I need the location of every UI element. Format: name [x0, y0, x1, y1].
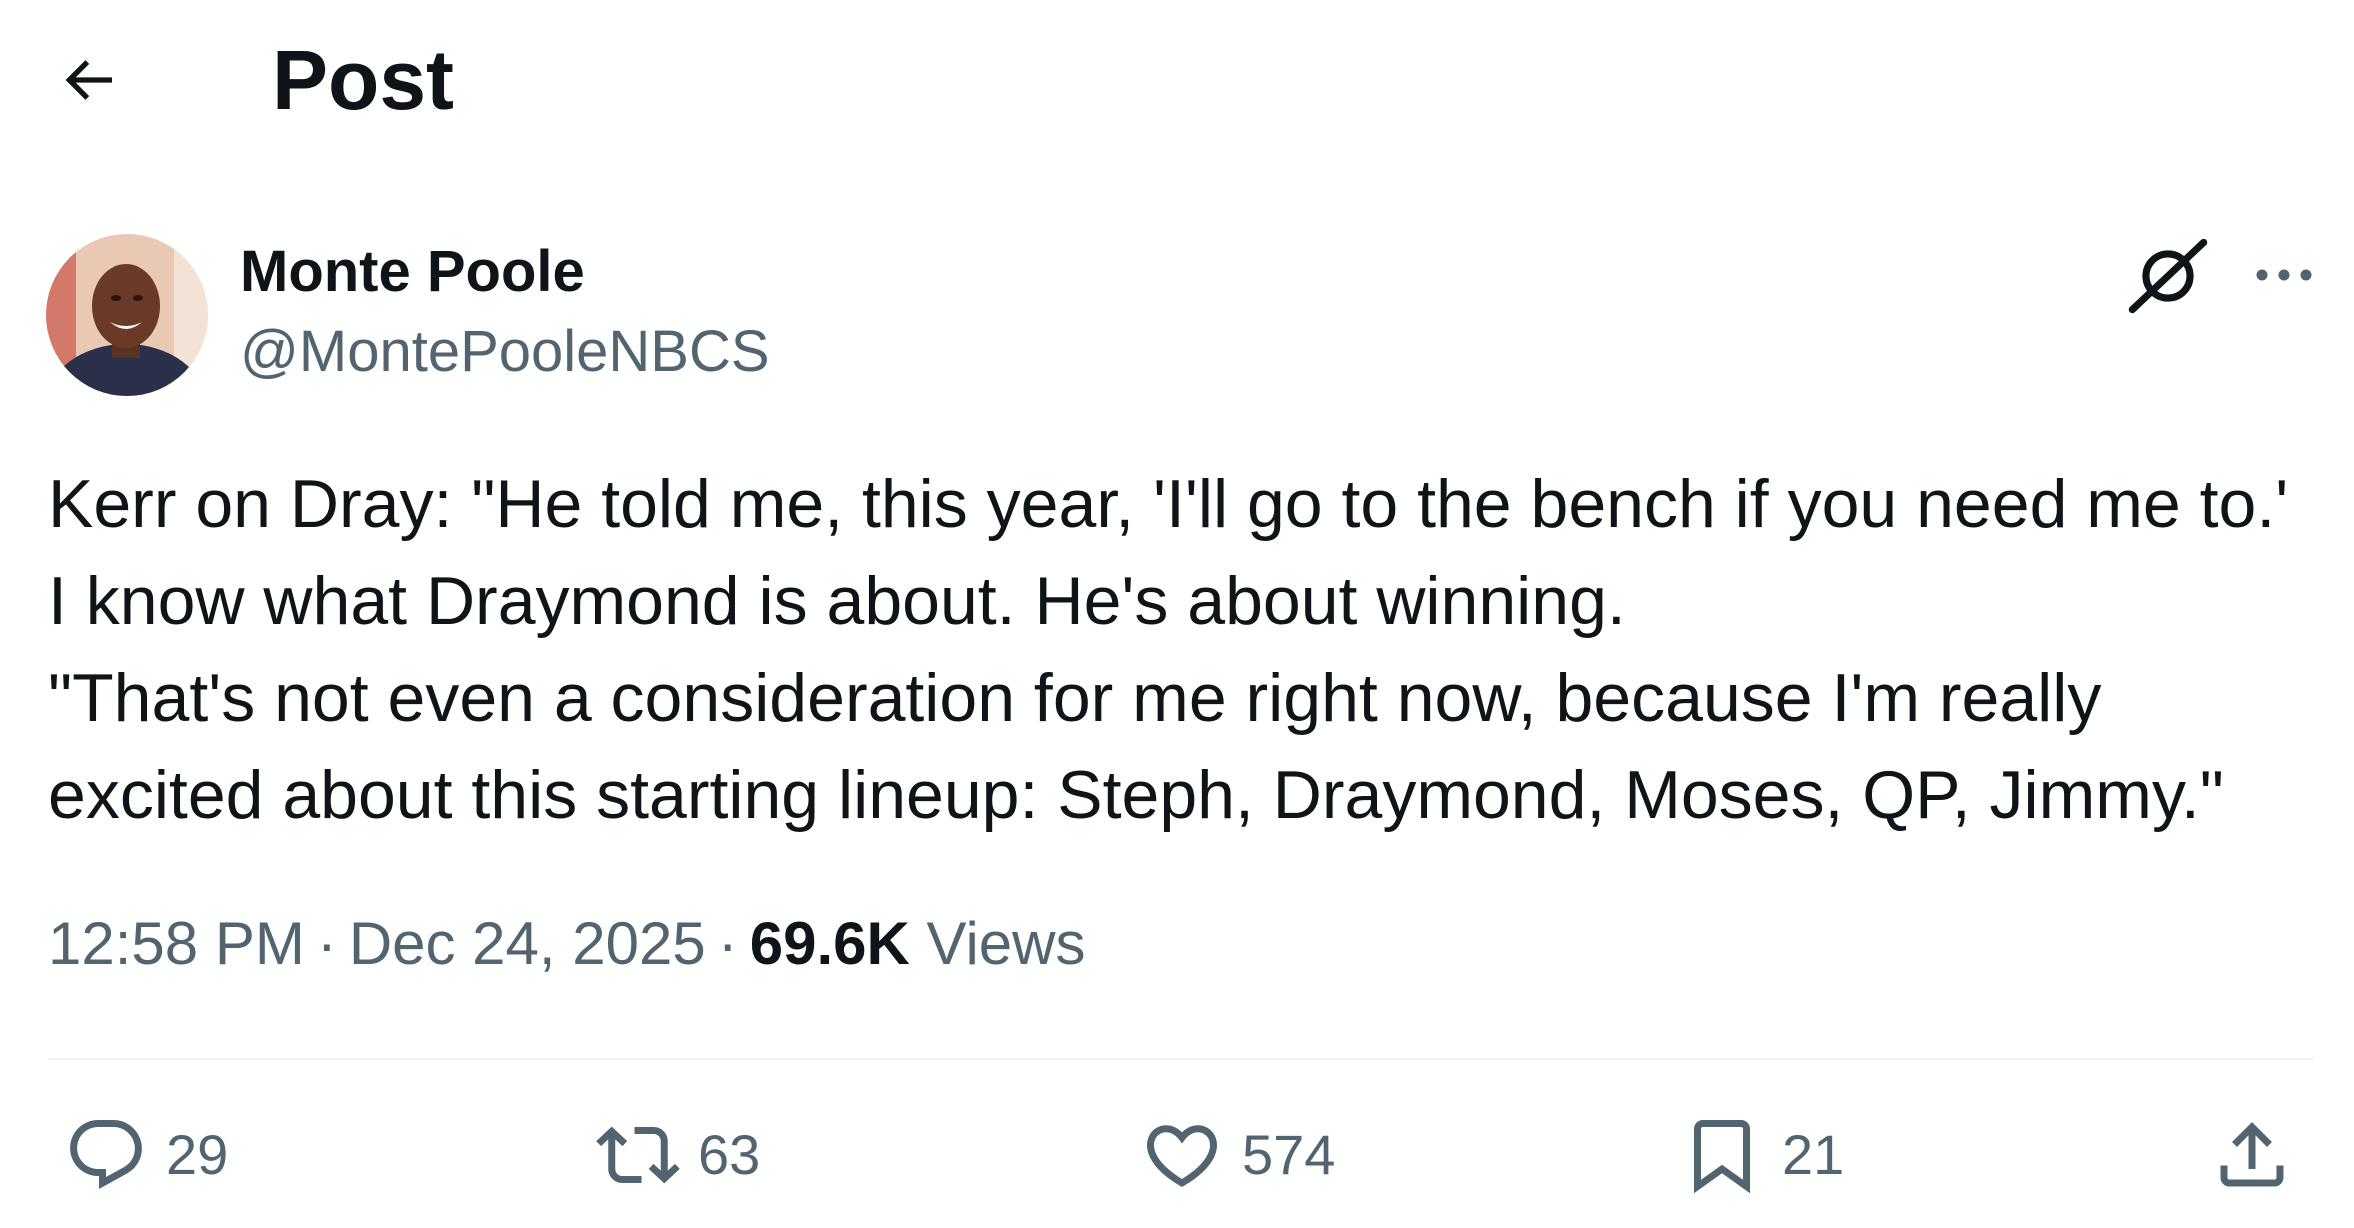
- bookmark-button[interactable]: 21: [1680, 1100, 1844, 1210]
- like-count: 574: [1242, 1123, 1336, 1186]
- tweet-text: Kerr on Dray: "He told me, this year, 'I…: [48, 456, 2308, 844]
- bookmark-icon: [1694, 1120, 1750, 1194]
- bookmark-count: 21: [1782, 1123, 1845, 1186]
- divider: [48, 1058, 2314, 1060]
- avatar-photo: [46, 234, 208, 396]
- reply-icon: [70, 1120, 142, 1189]
- views-label: Views: [926, 910, 1086, 977]
- share-button[interactable]: [2210, 1100, 2294, 1210]
- like-button[interactable]: 574: [1140, 1100, 1335, 1210]
- views-count: 69.6K: [749, 910, 910, 977]
- grok-icon: [2128, 238, 2208, 314]
- tweet-date[interactable]: Dec 24, 2025: [349, 910, 706, 977]
- avatar[interactable]: [46, 234, 208, 396]
- reply-button[interactable]: 29: [64, 1100, 228, 1210]
- share-icon: [2220, 1122, 2284, 1187]
- author-name[interactable]: Monte Poole: [240, 236, 585, 308]
- repost-icon: [596, 1126, 680, 1184]
- more-options-button[interactable]: [2244, 240, 2324, 310]
- meta-separator: ·: [717, 910, 738, 977]
- meta-separator: ·: [316, 910, 337, 977]
- repost-button[interactable]: 63: [596, 1100, 760, 1210]
- tweet-time[interactable]: 12:58 PM: [48, 910, 305, 977]
- post-header: Post: [0, 0, 2354, 160]
- reply-count: 29: [166, 1123, 229, 1186]
- author-handle[interactable]: @MontePooleNBCS: [240, 316, 770, 388]
- more-dots-icon: [2256, 269, 2312, 281]
- arrow-left-icon: [65, 60, 112, 100]
- tweet-paragraph: Kerr on Dray: "He told me, this year, 'I…: [48, 466, 2289, 639]
- grok-button[interactable]: [2124, 232, 2212, 320]
- back-button[interactable]: [48, 40, 128, 120]
- page-title: Post: [272, 33, 455, 127]
- tweet-meta: 12:58 PM · Dec 24, 2025 · 69.6K Views: [48, 906, 1085, 982]
- repost-count: 63: [698, 1123, 761, 1186]
- heart-icon: [1146, 1125, 1218, 1188]
- tweet-paragraph: "That's not even a consideration for me …: [48, 660, 2224, 833]
- action-bar: 29 63 574 21: [0, 1100, 2354, 1210]
